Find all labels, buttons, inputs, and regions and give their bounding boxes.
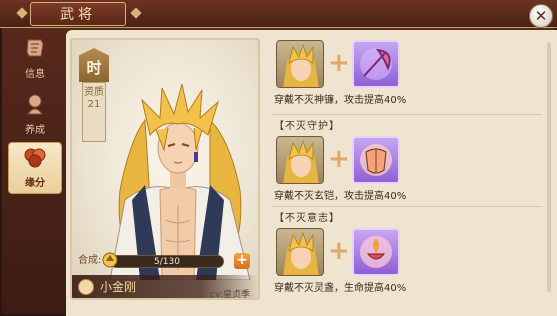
- item-slot[interactable]: [352, 136, 400, 184]
- cultivate-icon: [22, 91, 48, 117]
- compose-label: 合成:: [78, 255, 102, 266]
- scythe-icon: [360, 48, 392, 80]
- close-button[interactable]: ✕: [529, 4, 553, 28]
- fate-entry[interactable]: 【不灭守护】 + 穿戴不灭玄铠，攻击提高40%: [272, 120, 542, 210]
- plus-icon: +: [236, 252, 248, 268]
- lamp-icon: [360, 236, 392, 268]
- close-icon: ✕: [534, 7, 548, 25]
- fate-desc: 穿戴不灭灵盏，生命提高40%: [274, 283, 407, 294]
- nav-item-label: 信息: [25, 69, 45, 80]
- scroll-icon: [22, 35, 48, 61]
- hero-portrait: [109, 83, 251, 280]
- plus-icon: +: [328, 144, 350, 174]
- compose-row: 合成: 5/130 +: [78, 252, 252, 269]
- fate-list: + 穿戴不灭神镰，攻击提高40% 【不灭守护】 + 穿戴不灭玄铠，攻击提高40%…: [272, 30, 542, 316]
- hero-name: 小金刚: [100, 280, 137, 294]
- nav-item-label: 养成: [25, 125, 45, 136]
- add-shard-button[interactable]: +: [234, 253, 250, 269]
- hero-slot[interactable]: [276, 136, 324, 184]
- divider: [272, 114, 542, 115]
- fate-title: 【不灭守护】: [274, 121, 340, 132]
- armor-icon: [360, 144, 392, 176]
- fate-scrollbar[interactable]: [547, 42, 551, 292]
- compose-value: 5/130: [154, 257, 180, 267]
- hero-shard-icon: [102, 252, 118, 268]
- hero-thumb-icon: [283, 139, 319, 183]
- name-plate: 小金刚 cv:皇贞季: [72, 275, 258, 300]
- title-ornament-right: [130, 7, 142, 19]
- nav-item-fate[interactable]: 缘分: [8, 142, 62, 194]
- nav-item-label: 缘分: [25, 178, 45, 189]
- fate-title: 【不灭意志】: [274, 213, 340, 224]
- nav-item-cultivate[interactable]: 养成: [8, 88, 62, 140]
- hero-thumb-icon: [283, 231, 319, 275]
- hero-slot[interactable]: [276, 40, 324, 88]
- title-bar: 武将 ✕: [0, 0, 557, 28]
- item-slot[interactable]: [352, 40, 400, 88]
- hero-card: 时 资质 21 合成: 5/130 + 小金刚 cv:皇贞季: [70, 38, 260, 300]
- plus-icon: +: [328, 236, 350, 266]
- item-slot[interactable]: [352, 228, 400, 276]
- rank-icon: [78, 279, 94, 295]
- nav-item-info[interactable]: 信息: [8, 32, 62, 84]
- fate-desc: 穿戴不灭神镰，攻击提高40%: [274, 95, 407, 106]
- hero-thumb-icon: [283, 43, 319, 87]
- fate-entry[interactable]: + 穿戴不灭神镰，攻击提高40%: [272, 30, 542, 120]
- plus-icon: +: [328, 48, 350, 78]
- fate-entry[interactable]: 【不灭意志】 + 穿戴不灭灵盏，生命提高40%: [272, 212, 542, 302]
- hero-slot[interactable]: [276, 228, 324, 276]
- divider: [272, 206, 542, 207]
- faction-label: 时: [79, 48, 109, 82]
- title-ornament-left: [16, 7, 28, 19]
- window-title: 武将: [30, 2, 126, 26]
- fate-icon: [22, 144, 48, 170]
- compose-progress-bar: 5/130: [110, 255, 224, 268]
- voice-actor: cv:皇贞季: [210, 290, 250, 300]
- fate-desc: 穿戴不灭玄铠，攻击提高40%: [274, 191, 407, 202]
